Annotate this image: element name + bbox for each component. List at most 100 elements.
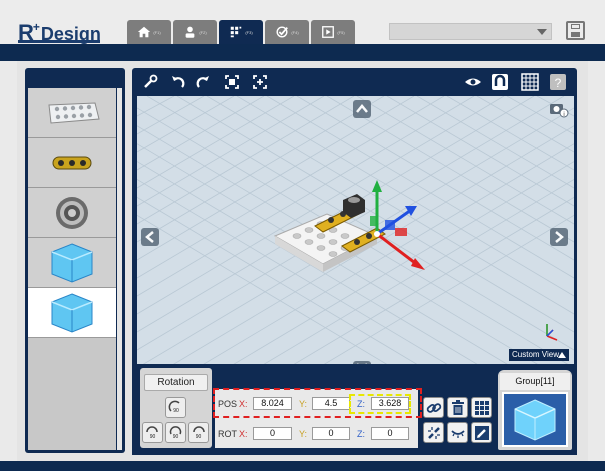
triangle-up-icon	[558, 352, 566, 358]
fit-view-button[interactable]	[222, 72, 242, 92]
rot-x-field[interactable]: 0	[253, 427, 292, 440]
library-item-gear[interactable]	[28, 188, 116, 238]
logo-underline	[18, 40, 100, 43]
wrench-icon	[144, 74, 158, 88]
link-button[interactable]	[423, 397, 444, 418]
redo-button[interactable]	[193, 72, 213, 92]
rot-x-label: X:	[239, 429, 248, 439]
camera-icon: i	[550, 104, 569, 118]
rotation-title: Rotation	[144, 374, 208, 391]
svg-text:90: 90	[196, 434, 202, 440]
chevron-left-icon	[145, 231, 154, 243]
library-item-cube[interactable]	[28, 238, 116, 288]
chevron-up-icon	[356, 104, 368, 113]
person-robot-icon	[185, 26, 195, 38]
custom-view-dropdown[interactable]: Custom View	[509, 349, 569, 361]
pencil-icon	[474, 425, 489, 440]
library-item-link[interactable]	[28, 138, 116, 188]
unlink-button[interactable]	[423, 422, 444, 443]
tab-motion[interactable]: (F3)	[219, 20, 263, 44]
checklist-icon	[276, 26, 289, 38]
tab-task[interactable]: (F4)	[265, 20, 309, 44]
3d-viewport[interactable]: i	[137, 96, 574, 364]
chain-link-icon	[426, 402, 441, 413]
edit-button[interactable]	[471, 422, 492, 443]
tab-key-label: (F5)	[337, 29, 345, 35]
tab-key-label: (F3)	[245, 29, 253, 35]
svg-text:i: i	[563, 112, 564, 118]
grid-toggle-button[interactable]	[520, 72, 540, 92]
robot-frame-icon	[225, 75, 239, 89]
undo-button[interactable]	[168, 72, 188, 92]
trash-icon	[451, 399, 464, 415]
eye-icon	[465, 78, 481, 86]
crosshair-icon	[253, 75, 267, 89]
logo-plus: +	[32, 20, 40, 34]
delete-button[interactable]	[447, 397, 468, 418]
pan-left-button[interactable]	[141, 228, 159, 246]
rot-y-label: Y:	[299, 429, 308, 439]
cube-part-icon	[514, 398, 556, 441]
rotate-90-center-button[interactable]: 90	[165, 422, 186, 443]
custom-view-label: Custom View	[512, 350, 559, 359]
pan-up-button[interactable]	[353, 100, 371, 118]
rotate-90-right-button[interactable]: 90	[188, 422, 209, 443]
pos-z-highlight-outline	[349, 394, 411, 414]
rotate-90-left-button[interactable]: 90	[142, 422, 163, 443]
edit-tool-button[interactable]	[140, 72, 160, 92]
chevron-down-icon	[537, 29, 547, 35]
rotate-center-icon: 90	[169, 426, 182, 440]
svg-text:90: 90	[173, 434, 179, 440]
link-part-icon	[52, 156, 92, 169]
broken-link-icon	[427, 426, 440, 439]
mode-tabs: (F1) (F2) (F3) (F4) (F5)	[127, 20, 355, 44]
grid-icon	[521, 73, 539, 91]
rotate-left-icon: 90	[146, 426, 158, 440]
redo-icon	[196, 76, 209, 88]
grid-dots-icon	[231, 26, 242, 38]
parts-list-scrollbar[interactable]	[117, 88, 122, 450]
camera-info-button[interactable]: i	[549, 100, 569, 118]
library-item-cube-selected[interactable]	[28, 288, 116, 338]
hide-button[interactable]	[447, 422, 468, 443]
group-title: Group[11]	[500, 373, 570, 390]
save-button[interactable]	[566, 21, 585, 40]
tab-home[interactable]: (F1)	[127, 20, 171, 44]
library-item-plate[interactable]	[28, 88, 116, 138]
footer-strip	[0, 461, 605, 471]
magnet-button[interactable]	[490, 72, 510, 92]
pan-right-button[interactable]	[550, 228, 568, 246]
header-strip	[0, 44, 605, 61]
rot-y-field[interactable]: 0	[312, 427, 350, 440]
rotate-icon: 90	[168, 400, 180, 414]
help-icon: ?	[550, 74, 566, 90]
grid-floor	[137, 96, 574, 364]
closed-eye-icon	[450, 429, 465, 438]
robot-select-dropdown[interactable]	[389, 23, 552, 40]
svg-text:?: ?	[555, 76, 562, 90]
tab-play[interactable]: (F5)	[311, 20, 355, 44]
chevron-right-icon	[555, 231, 564, 243]
dot-grid-icon	[474, 400, 489, 415]
rot-z-field[interactable]: 0	[371, 427, 409, 440]
plate-part-icon	[48, 101, 100, 124]
svg-text:90: 90	[150, 434, 156, 440]
tab-key-label: (F4)	[291, 29, 299, 35]
help-button[interactable]: ?	[548, 72, 568, 92]
magnet-icon	[492, 74, 508, 90]
top-bar: R + Design (F1) (F2) (F3) (F4) (F5)	[0, 0, 605, 44]
tab-key-label: (F1)	[153, 29, 161, 35]
home-icon	[138, 26, 151, 38]
cube-part-icon	[51, 292, 93, 333]
group-thumbnail[interactable]	[502, 392, 568, 447]
zoom-fit-button[interactable]	[250, 72, 270, 92]
play-icon	[322, 26, 335, 38]
visibility-button[interactable]	[463, 72, 483, 92]
tab-assemble[interactable]: (F2)	[173, 20, 217, 44]
grid-snap-button[interactable]	[471, 397, 492, 418]
rot-label: ROT	[218, 429, 237, 439]
gear-part-icon	[56, 196, 88, 229]
svg-text:90: 90	[173, 408, 179, 414]
tab-key-label: (F2)	[199, 29, 207, 35]
rotate-90-up-button[interactable]: 90	[165, 397, 186, 418]
